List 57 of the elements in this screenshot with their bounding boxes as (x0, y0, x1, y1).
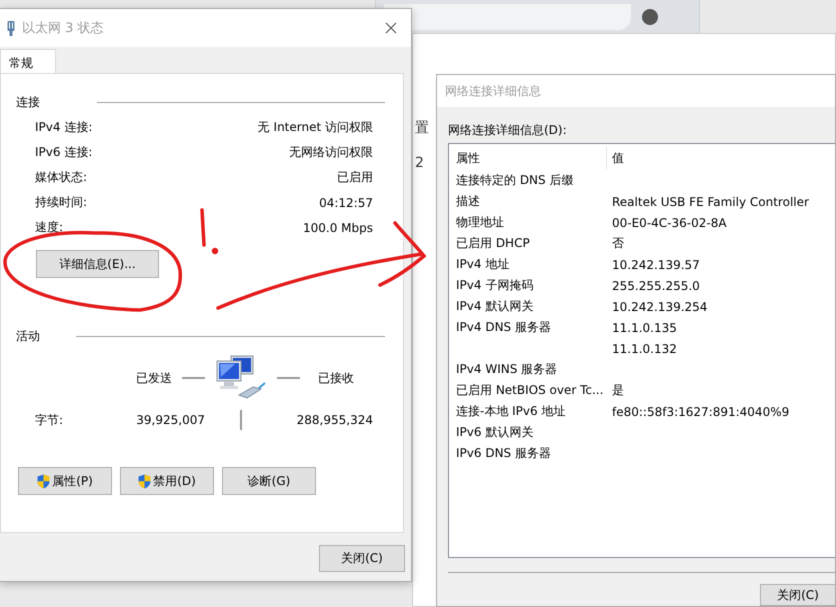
property-cell-text: 已启用 DHCP (456, 235, 531, 252)
property-cell-text: IPv4 DNS 服务器 (456, 319, 552, 336)
field-value: 已启用 (337, 169, 373, 186)
bytes-label: 字节: (35, 412, 64, 428)
field-label: IPv4 连接: (35, 119, 92, 136)
window-title: 以太网 3 状态 (22, 20, 105, 37)
field-value: 无网络访问权限 (289, 144, 373, 161)
network-computers-icon (215, 355, 267, 401)
property-cell-text: 描述 (456, 193, 481, 210)
field-label: 速度: (35, 219, 64, 236)
plug-icon (6, 20, 16, 36)
profile-icon[interactable] (641, 8, 659, 26)
list-label: 网络连接详细信息(D): (447, 122, 568, 139)
value-cell: 00-E0-4C-36-02-8A (612, 216, 727, 230)
property-cell-text: 物理地址 (456, 214, 505, 231)
column-header[interactable]: 值 (607, 150, 624, 166)
field-label: 媒体状态: (35, 169, 88, 186)
close-button[interactable]: 关闭(C) (319, 545, 405, 572)
tab[interactable]: 常规 (0, 49, 56, 73)
section-heading: 活动 (16, 328, 40, 345)
value-cell: 10.242.139.254 (612, 300, 708, 314)
property-cell-text: IPv4 WINS 服务器 (456, 361, 558, 378)
field-value: 无 Internet 访问权限 (258, 119, 373, 136)
action-button[interactable]: 诊断(G) (222, 467, 316, 495)
column-header[interactable]: 属性 (456, 147, 607, 169)
value-cell: 是 (612, 382, 624, 399)
property-cell-text: 连接-本地 IPv6 地址 (456, 403, 566, 420)
property-cell-text: IPv6 DNS 服务器 (456, 445, 552, 462)
field-label: 持续时间: (35, 194, 88, 211)
value-cell: 10.242.139.57 (612, 258, 700, 272)
window-title: 网络连接详细信息 (445, 82, 541, 100)
property-cell-text: 已启用 NetBIOS over Tc... (456, 382, 604, 399)
sent-label: 已发送 (135, 370, 172, 386)
property-cell-text: IPv4 默认网关 (456, 298, 534, 315)
action-button[interactable]: 属性(P) (18, 467, 112, 495)
field-label: IPv6 连接: (35, 144, 92, 161)
fragment-text: 置 (415, 119, 429, 137)
field-value: 100.0 Mbps (302, 220, 373, 234)
property-cell-text: 连接特定的 DNS 后缀 (456, 172, 574, 189)
property-cell-text: IPv4 子网掩码 (456, 277, 534, 294)
value-cell: 11.1.0.135 (612, 320, 677, 334)
details-button[interactable]: 详细信息(E)... (36, 250, 159, 278)
field-value: 04:12:57 (319, 196, 373, 210)
property-cell-text: IPv6 默认网关 (456, 424, 534, 441)
property-cell-text: IPv4 地址 (456, 256, 510, 273)
bytes-sent-value: 39,925,007 (135, 413, 205, 427)
value-cell: 11.1.0.132 (612, 342, 677, 356)
bytes-received-value: 288,955,324 (296, 413, 373, 427)
value-cell: Realtek USB FE Family Controller (612, 194, 809, 208)
close-button[interactable]: 关闭(C) (760, 584, 835, 606)
action-button[interactable]: 禁用(D) (120, 467, 214, 495)
value-cell: fe80::58f3:1627:891:4040%9 (612, 404, 790, 418)
fragment-text: 2 (415, 155, 424, 171)
value-cell: 否 (612, 235, 624, 252)
value-cell: 255.255.255.0 (612, 278, 700, 292)
section-heading: 连接 (16, 94, 40, 111)
received-label: 已接收 (317, 370, 355, 386)
